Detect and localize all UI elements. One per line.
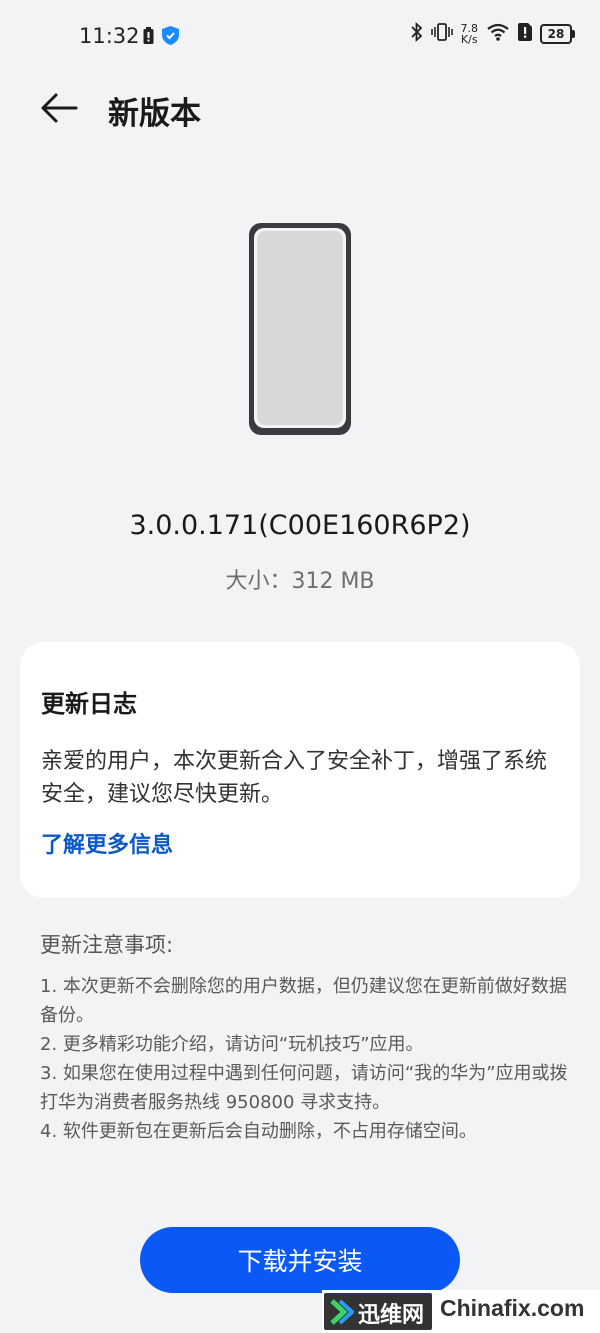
vibrate-icon bbox=[430, 22, 453, 46]
changelog-body: 亲爱的用户，本次更新合入了安全补丁，增强了系统安全，建议您尽快更新。 bbox=[41, 749, 548, 807]
watermark-cn-text: 迅维网 bbox=[358, 1303, 425, 1328]
list-item: 2. 更多精彩功能介绍，请访问“玩机技巧”应用。 bbox=[40, 1034, 424, 1055]
watermark-logo: 迅维网 bbox=[324, 1293, 432, 1330]
learn-more-link[interactable]: 了解更多信息 bbox=[41, 827, 173, 859]
package-size: 大小：312 MB bbox=[225, 569, 375, 594]
wifi-icon bbox=[486, 23, 510, 45]
download-install-button[interactable]: 下载并安装 bbox=[140, 1227, 460, 1293]
header: 新版本 bbox=[0, 74, 600, 146]
changelog-card: 更新日志 亲爱的用户，本次更新合入了安全补丁，增强了系统安全，建议您尽快更新。 … bbox=[20, 642, 580, 898]
status-left-icons bbox=[143, 26, 179, 49]
security-shield-icon bbox=[162, 26, 179, 49]
status-right-icons: 7.8 K/s 28 bbox=[410, 21, 575, 46]
bluetooth-icon bbox=[410, 21, 423, 46]
sim-alert-icon bbox=[518, 23, 532, 45]
chevron-logo-icon bbox=[330, 1299, 355, 1329]
arrow-left-icon bbox=[38, 93, 82, 134]
back-button[interactable] bbox=[38, 86, 82, 130]
notes-heading: 更新注意事项: bbox=[40, 933, 174, 957]
battery-alert-icon bbox=[143, 26, 154, 49]
status-bar: 11:32 7.8 K/s 28 bbox=[0, 0, 600, 74]
phone-illustration-icon bbox=[249, 223, 351, 435]
network-speed-unit: K/s bbox=[460, 33, 478, 46]
watermark: 迅维网 Chinafix.com bbox=[322, 1290, 600, 1333]
list-item: 1. 本次更新不会删除您的用户数据，但仍建议您在更新前做好数据备份。 bbox=[40, 976, 567, 1026]
version-number: 3.0.0.171(C00E160R6P2) bbox=[129, 510, 471, 541]
list-item: 4. 软件更新包在更新后会自动删除，不占用存储空间。 bbox=[40, 1121, 477, 1142]
list-item: 3. 如果您在使用过程中遇到任何问题，请访问“我的华为”应用或拨打华为消费者服务… bbox=[40, 1063, 568, 1113]
status-time: 11:32 bbox=[79, 24, 140, 48]
network-speed: 7.8 K/s bbox=[461, 23, 479, 45]
notes-list: 1. 本次更新不会删除您的用户数据，但仍建议您在更新前做好数据备份。 2. 更多… bbox=[40, 972, 570, 1146]
page-title: 新版本 bbox=[108, 96, 201, 132]
watermark-en-text: Chinafix.com bbox=[440, 1295, 585, 1321]
changelog-title: 更新日志 bbox=[41, 690, 137, 718]
battery-indicator: 28 bbox=[540, 24, 575, 44]
